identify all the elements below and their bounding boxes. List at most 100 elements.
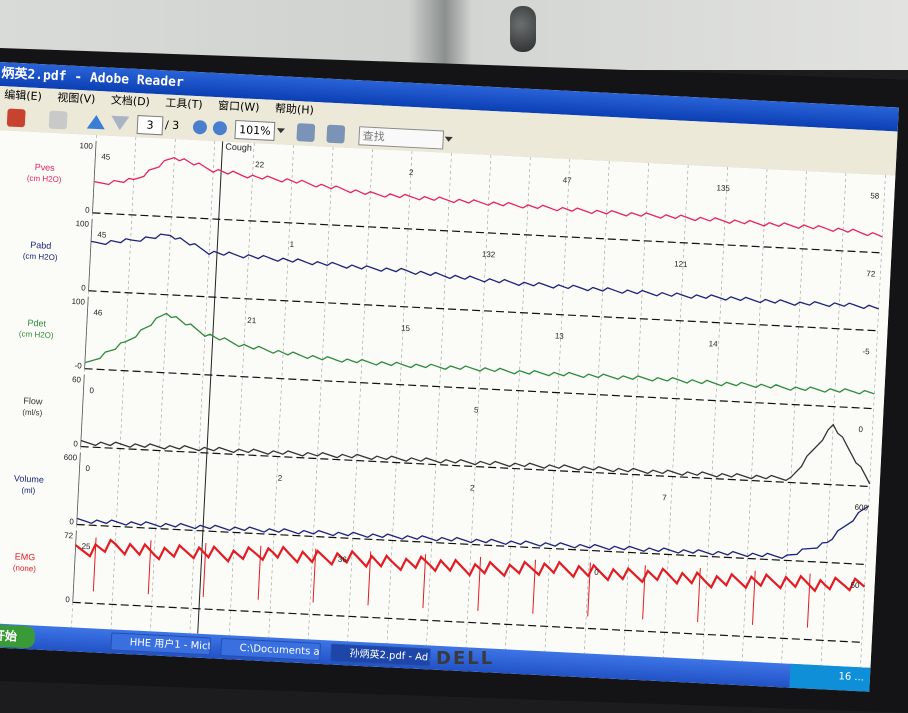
task-item-micturition[interactable]: HHE 用户1 - Mict...	[110, 632, 212, 656]
channel-unit: (cm H2O)	[19, 329, 54, 340]
scale-top-label: 100	[79, 141, 93, 151]
zoom-in-icon[interactable]	[212, 120, 228, 136]
scale-top-label: 72	[64, 531, 74, 540]
trace-value-label: 45	[97, 230, 107, 239]
emg-spike	[806, 573, 811, 628]
channel-axis	[84, 296, 89, 369]
scale-bottom-label: 0	[65, 595, 70, 604]
page-number-input[interactable]: 3	[136, 115, 164, 136]
menu-window[interactable]: 窗口(W)	[218, 99, 260, 114]
grid-line-vertical	[584, 160, 610, 654]
trace-value-label: 14	[708, 339, 718, 348]
grid-line-vertical	[150, 138, 176, 632]
scale-top-label: 600	[63, 453, 77, 463]
scale-bottom-label: -0	[74, 361, 82, 370]
trace-value-label: 22	[255, 160, 265, 169]
trace-value-label: 15	[401, 324, 411, 333]
scale-bottom-label: 0	[73, 439, 78, 448]
search-input[interactable]: 查找	[358, 126, 445, 150]
pdf-document-page: Cough Pves (cm H2O) 100 0 45 22 2 47 135 58 Pabd (cm…	[0, 129, 896, 668]
grid-line-vertical	[347, 148, 373, 642]
channel-trace	[80, 423, 871, 485]
grid-line-vertical	[544, 158, 571, 652]
channel-axis	[72, 530, 77, 603]
menu-tools[interactable]: 工具(T)	[165, 96, 203, 111]
page-down-icon[interactable]	[110, 115, 130, 131]
scale-top-label: 60	[72, 375, 82, 384]
grid-line-vertical	[268, 144, 294, 638]
scale-bottom-label: 0	[85, 206, 90, 215]
trace-value-label: 72	[866, 269, 876, 278]
channel-name: Volume	[14, 473, 44, 485]
trace-value-label: 2	[470, 483, 475, 492]
trace-value-label: 0	[89, 386, 94, 395]
menu-document[interactable]: 文档(D)	[111, 94, 151, 109]
tray-clock: 16 ...	[838, 671, 865, 684]
trace-value-label: 0	[594, 568, 599, 577]
trace-value-label: 50	[850, 581, 860, 590]
create-pdf-icon[interactable]	[6, 108, 26, 128]
channel-name: EMG	[14, 551, 35, 562]
trace-value-label: 0	[858, 425, 863, 434]
start-button[interactable]: 开始	[0, 623, 36, 649]
emg-spike	[587, 562, 591, 617]
trace-value-label: 132	[482, 250, 496, 260]
fit-width-icon[interactable]	[326, 124, 346, 144]
channel-axis	[80, 374, 85, 447]
menu-view[interactable]: 视图(V)	[57, 91, 96, 106]
channel-axis	[88, 218, 93, 291]
scale-top-label: 100	[75, 219, 89, 229]
trace-value-label: 2	[278, 474, 283, 483]
grid-line-vertical	[110, 136, 137, 630]
monitor-brand-logo: DELL	[436, 648, 495, 669]
grid-line-vertical	[820, 172, 847, 666]
event-marker-label: Cough	[225, 142, 252, 153]
channel-name: Flow	[23, 396, 43, 407]
zoom-dropdown-icon[interactable]	[276, 128, 286, 134]
emg-spike	[422, 554, 427, 609]
trace-value-label: 58	[870, 191, 880, 200]
emg-spike	[532, 559, 537, 614]
trace-value-label: 7	[662, 493, 667, 502]
channel-unit: (cm H2O)	[23, 251, 58, 262]
collaborate-icon[interactable]	[48, 110, 68, 130]
emg-spike	[642, 565, 646, 620]
trace-value-label: 135	[716, 183, 730, 193]
zoom-out-icon[interactable]	[192, 119, 208, 135]
channel-axis	[92, 140, 97, 213]
trace-value-label: 25	[81, 542, 91, 551]
monitor-screen: 炳英2.pdf - Adobe Reader 编辑(E) 视图(V) 文档(D)…	[0, 62, 899, 692]
zoom-level-field[interactable]: 101%	[234, 119, 276, 141]
trace-value-label: 21	[247, 316, 257, 325]
trace-value-label: 121	[674, 259, 688, 269]
task-item-adobe-reader[interactable]: 孙炳英2.pdf - Ad...	[330, 643, 431, 667]
page-up-icon[interactable]	[86, 114, 106, 130]
channel-unit: (ml/s)	[22, 408, 43, 418]
scale-top-label: 100	[71, 297, 85, 307]
grid-line-vertical	[781, 170, 807, 664]
channel-name: Pves	[34, 162, 55, 173]
event-marker-line	[197, 141, 224, 634]
task-item-explorer[interactable]: C:\Documents and...	[220, 637, 322, 661]
channel-trace	[74, 538, 866, 593]
grid-line-vertical	[426, 152, 452, 646]
emg-spike	[477, 556, 482, 611]
emg-spike	[257, 545, 262, 600]
channel-name: Pdet	[27, 318, 46, 329]
trace-value-label: 600	[854, 503, 868, 513]
trace-value-label: 45	[101, 152, 111, 161]
menu-help[interactable]: 帮助(H)	[275, 102, 314, 117]
trace-value-label: 2	[409, 168, 414, 177]
scale-bottom-label: 0	[69, 517, 74, 526]
menu-edit[interactable]: 编辑(E)	[4, 88, 42, 103]
urodynamics-chart: CoughPves(cm H2O)1000452224713558Pabd(cm…	[13, 134, 886, 668]
grid-line-vertical	[702, 166, 728, 660]
scale-bottom-label: 0	[81, 283, 86, 292]
system-tray: 16 ...	[789, 663, 871, 692]
grid-line-vertical	[228, 142, 255, 636]
channel-unit: (ml)	[21, 486, 36, 496]
trace-value-label: 46	[93, 308, 103, 317]
fit-page-icon[interactable]	[296, 123, 316, 143]
search-dropdown-icon[interactable]	[444, 136, 453, 142]
channel-unit: (none)	[13, 563, 37, 573]
